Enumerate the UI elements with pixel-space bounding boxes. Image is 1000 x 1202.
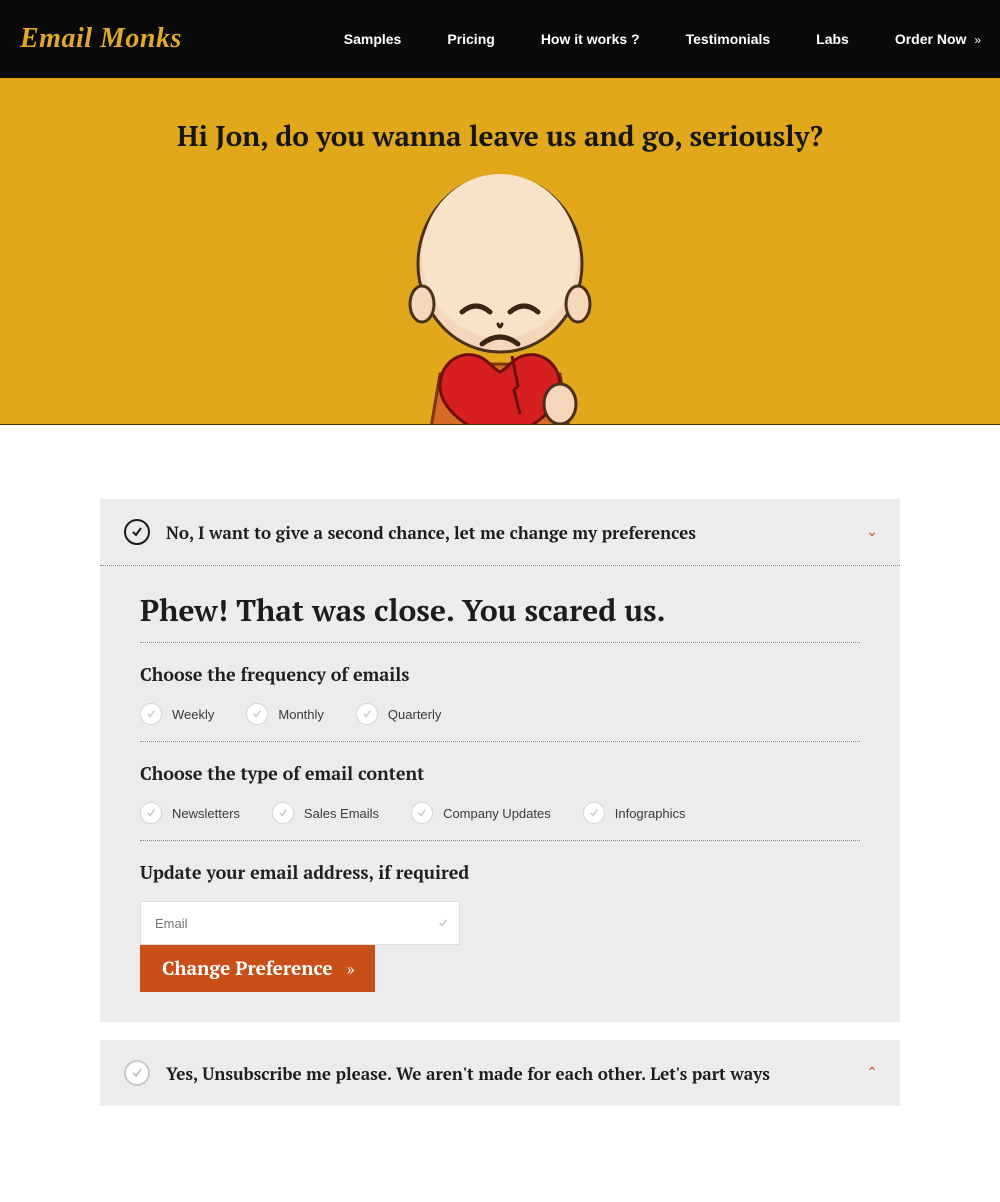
checkbox-icon xyxy=(583,802,605,824)
checkbox-icon xyxy=(356,703,378,725)
nav-samples[interactable]: Samples xyxy=(344,31,402,47)
collapse-icon: ⌄ xyxy=(866,524,878,541)
change-preference-button[interactable]: Change Preference » xyxy=(140,945,375,992)
divider xyxy=(140,840,860,841)
hero-banner: Hi Jon, do you wanna leave us and go, se… xyxy=(0,78,1000,425)
panel-unsubscribe-title: Yes, Unsubscribe me please. We aren't ma… xyxy=(166,1062,770,1085)
chevron-right-icon: » xyxy=(347,957,353,980)
panel-change-preferences-title: No, I want to give a second chance, let … xyxy=(166,521,696,544)
top-navbar: Email Monks Samples Pricing How it works… xyxy=(0,0,1000,78)
nav-labs[interactable]: Labs xyxy=(816,31,849,47)
email-input[interactable] xyxy=(140,901,460,945)
nav-order-now[interactable]: Order Now » xyxy=(895,31,980,47)
checkbox-icon xyxy=(272,802,294,824)
nav-testimonials[interactable]: Testimonials xyxy=(686,31,771,47)
check-icon xyxy=(438,918,448,928)
checkbox-icon xyxy=(140,802,162,824)
content-type-options: Newsletters Sales Emails Company Updates… xyxy=(140,802,860,824)
panel-unsubscribe: Yes, Unsubscribe me please. We aren't ma… xyxy=(100,1040,900,1106)
checkbox-icon xyxy=(246,703,268,725)
type-infographics[interactable]: Infographics xyxy=(583,802,686,824)
checkbox-icon xyxy=(411,802,433,824)
change-preference-button-label: Change Preference xyxy=(162,956,333,981)
frequency-weekly[interactable]: Weekly xyxy=(140,703,214,725)
type-newsletters[interactable]: Newsletters xyxy=(140,802,240,824)
checkbox-icon xyxy=(140,703,162,725)
frequency-options: Weekly Monthly Quarterly xyxy=(140,703,860,725)
check-circle-icon xyxy=(124,1060,150,1086)
divider xyxy=(140,642,860,643)
check-circle-icon xyxy=(124,519,150,545)
frequency-label: Choose the frequency of emails xyxy=(140,663,860,687)
type-infographics-label: Infographics xyxy=(615,806,686,821)
nav-how-it-works[interactable]: How it works ? xyxy=(541,31,640,47)
type-company-updates[interactable]: Company Updates xyxy=(411,802,551,824)
frequency-quarterly-label: Quarterly xyxy=(388,707,441,722)
hero-title: Hi Jon, do you wanna leave us and go, se… xyxy=(0,78,1000,155)
relief-heading: Phew! That was close. You scared us. xyxy=(140,590,860,630)
type-sales-emails-label: Sales Emails xyxy=(304,806,379,821)
type-company-updates-label: Company Updates xyxy=(443,806,551,821)
logo[interactable]: Email Monks xyxy=(20,23,182,55)
nav-order-now-label: Order Now xyxy=(895,31,967,47)
frequency-monthly-label: Monthly xyxy=(278,707,324,722)
frequency-monthly[interactable]: Monthly xyxy=(246,703,324,725)
panel-change-preferences: No, I want to give a second chance, let … xyxy=(100,499,900,1022)
monk-illustration xyxy=(370,164,630,424)
main-nav: Samples Pricing How it works ? Testimoni… xyxy=(344,31,980,47)
frequency-weekly-label: Weekly xyxy=(172,707,214,722)
panel-unsubscribe-header[interactable]: Yes, Unsubscribe me please. We aren't ma… xyxy=(100,1040,900,1106)
nav-pricing[interactable]: Pricing xyxy=(447,31,494,47)
content-type-label: Choose the type of email content xyxy=(140,762,860,786)
divider xyxy=(140,741,860,742)
content-area: No, I want to give a second chance, let … xyxy=(100,499,900,1106)
chevron-right-icon: » xyxy=(974,33,980,47)
expand-icon: ⌃ xyxy=(866,1065,878,1082)
email-input-wrap xyxy=(140,901,460,945)
panel-change-preferences-body: Phew! That was close. You scared us. Cho… xyxy=(100,566,900,1022)
type-newsletters-label: Newsletters xyxy=(172,806,240,821)
frequency-quarterly[interactable]: Quarterly xyxy=(356,703,441,725)
panel-change-preferences-header[interactable]: No, I want to give a second chance, let … xyxy=(100,499,900,566)
email-update-label: Update your email address, if required xyxy=(140,861,860,885)
type-sales-emails[interactable]: Sales Emails xyxy=(272,802,379,824)
